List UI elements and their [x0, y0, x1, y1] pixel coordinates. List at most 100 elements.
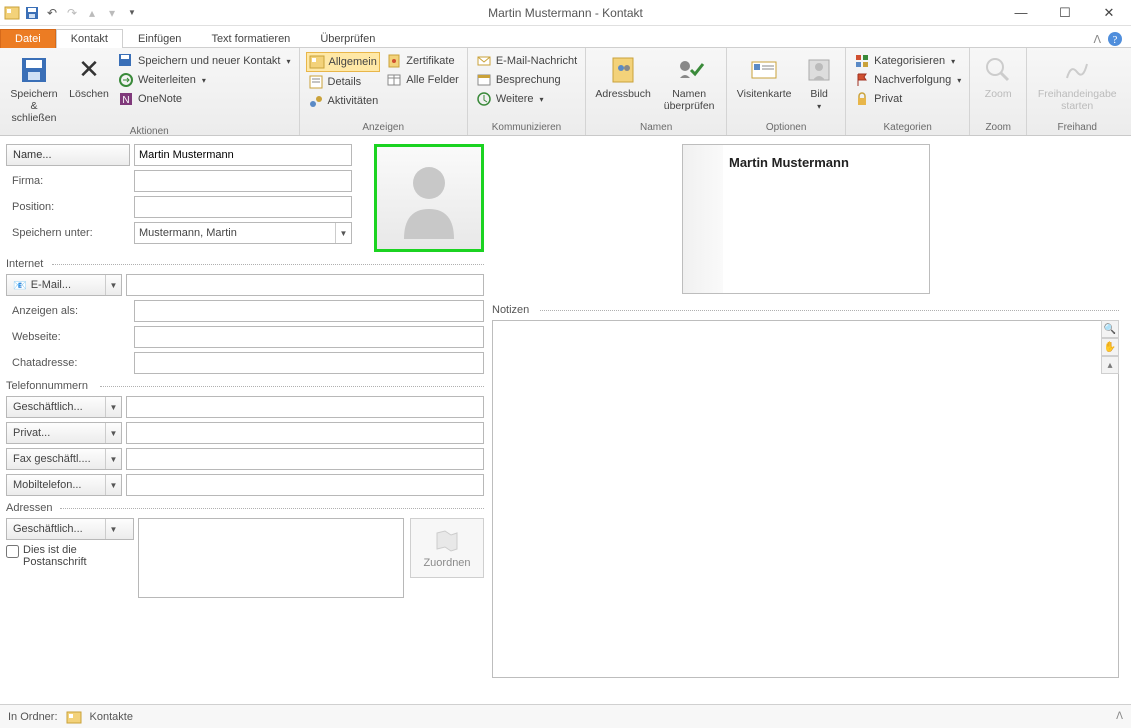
- ribbon-group-aktionen: Speichern & schließen ✕ Löschen Speicher…: [0, 48, 300, 135]
- save-icon[interactable]: [24, 5, 40, 21]
- zoom-button[interactable]: Zoom: [976, 52, 1020, 102]
- ribbon-group-optionen: Visitenkarte Bild▾ Optionen: [727, 48, 846, 135]
- besprechung-button[interactable]: Besprechung: [474, 71, 579, 89]
- all-fields-icon: [386, 72, 402, 88]
- firma-input[interactable]: [134, 170, 352, 192]
- close-button[interactable]: ✕: [1087, 0, 1131, 26]
- chevron-down-icon[interactable]: ▼: [105, 475, 121, 495]
- certificates-icon: [386, 53, 402, 69]
- namen-pruefen-button[interactable]: Namen überprüfen: [658, 52, 720, 114]
- anzeigen-als-input[interactable]: [134, 300, 484, 322]
- tel2-input[interactable]: [126, 422, 484, 444]
- chevron-down-icon[interactable]: ▼: [335, 223, 351, 243]
- minimize-button[interactable]: ―: [999, 0, 1043, 26]
- chat-label: Chatadresse:: [6, 357, 130, 369]
- chevron-down-icon[interactable]: ▼: [105, 397, 121, 417]
- hand-tool-icon[interactable]: ✋: [1101, 338, 1119, 356]
- window-title: Martin Mustermann - Kontakt: [488, 6, 643, 20]
- check-names-icon: [673, 54, 705, 86]
- next-icon[interactable]: ▾: [104, 5, 120, 21]
- privat-button[interactable]: Privat: [852, 90, 963, 108]
- right-pane: Martin Mustermann Notizen 🔍 ✋ ▴: [490, 136, 1131, 704]
- tel1-button[interactable]: Geschäftlich...▼: [6, 396, 122, 418]
- zuordnen-button[interactable]: Zuordnen: [410, 518, 484, 578]
- email-split-button[interactable]: 📧E-Mail... ▼: [6, 274, 122, 296]
- postanschrift-checkbox[interactable]: [6, 545, 19, 558]
- save-close-icon: [18, 54, 50, 86]
- chevron-down-icon[interactable]: ▼: [105, 519, 121, 539]
- chat-input[interactable]: [134, 352, 484, 374]
- more-icon: [476, 91, 492, 107]
- tel2-button[interactable]: Privat...▼: [6, 422, 122, 444]
- minimize-ribbon-icon[interactable]: ᐱ: [1093, 33, 1101, 46]
- picture-icon: [803, 54, 835, 86]
- business-card[interactable]: Martin Mustermann: [682, 144, 930, 294]
- firma-label: Firma:: [6, 175, 130, 187]
- zoom-tool-icon[interactable]: 🔍: [1101, 320, 1119, 338]
- tel1-input[interactable]: [126, 396, 484, 418]
- map-icon: [433, 527, 461, 555]
- help-icon[interactable]: ?: [1107, 31, 1123, 47]
- internet-header: Internet: [6, 258, 484, 270]
- chevron-down-icon[interactable]: ▼: [105, 423, 121, 443]
- prev-icon[interactable]: ▴: [84, 5, 100, 21]
- undo-icon[interactable]: ↶: [44, 5, 60, 21]
- weitere-button[interactable]: Weitere▾: [474, 90, 579, 108]
- name-input[interactable]: [134, 144, 352, 166]
- email-icon: [476, 53, 492, 69]
- speichern-unter-combo[interactable]: Mustermann, Martin ▼: [134, 222, 352, 244]
- anzeigen-als-label: Anzeigen als:: [6, 305, 130, 317]
- onenote-button[interactable]: NOneNote: [116, 90, 293, 108]
- adr-button[interactable]: Geschäftlich...▼: [6, 518, 134, 540]
- contact-photo[interactable]: [374, 144, 484, 252]
- forward-icon: [118, 72, 134, 88]
- qat-dropdown-icon[interactable]: ▼: [124, 5, 140, 21]
- alle-felder-button[interactable]: Alle Felder: [384, 71, 461, 89]
- redo-icon[interactable]: ↷: [64, 5, 80, 21]
- tab-kontakt[interactable]: Kontakt: [56, 29, 123, 48]
- weiterleiten-button[interactable]: Weiterleiten▾: [116, 71, 293, 89]
- tab-textformatieren[interactable]: Text formatieren: [196, 29, 305, 48]
- name-button[interactable]: Name...: [6, 144, 130, 166]
- loeschen-button[interactable]: ✕ Löschen: [66, 52, 112, 102]
- chevron-down-icon[interactable]: ▼: [105, 449, 121, 469]
- save-new-icon: [118, 53, 134, 69]
- notes-textarea[interactable]: 🔍 ✋ ▴: [492, 320, 1119, 678]
- position-input[interactable]: [134, 196, 352, 218]
- folder-name[interactable]: Kontakte: [90, 711, 133, 723]
- details-button[interactable]: Details: [306, 73, 381, 91]
- bild-button[interactable]: Bild▾: [799, 52, 839, 113]
- notes-tools: 🔍 ✋ ▴: [1101, 320, 1119, 374]
- visitenkarte-button[interactable]: Visitenkarte: [733, 52, 795, 102]
- tab-ueberpruefen[interactable]: Überprüfen: [305, 29, 390, 48]
- adresse-textarea[interactable]: [138, 518, 404, 598]
- kategorisieren-button[interactable]: Kategorisieren▾: [852, 52, 963, 70]
- tel3-button[interactable]: Fax geschäftl....▼: [6, 448, 122, 470]
- expand-icon[interactable]: ᐱ: [1116, 711, 1123, 722]
- speichern-schliessen-button[interactable]: Speichern & schließen: [6, 52, 62, 126]
- adressen-header: Adressen: [6, 502, 484, 514]
- tab-datei[interactable]: Datei: [0, 29, 56, 48]
- nachverfolgung-button[interactable]: Nachverfolgung▾: [852, 71, 963, 89]
- allgemein-button[interactable]: Allgemein: [306, 52, 381, 72]
- freihand-button[interactable]: Freihandeingabe starten: [1033, 52, 1121, 114]
- chevron-down-icon[interactable]: ▼: [105, 275, 121, 295]
- tel4-input[interactable]: [126, 474, 484, 496]
- webseite-input[interactable]: [134, 326, 484, 348]
- tel4-button[interactable]: Mobiltelefon...▼: [6, 474, 122, 496]
- scroll-up-icon[interactable]: ▴: [1101, 356, 1119, 374]
- speichern-neuer-button[interactable]: Speichern und neuer Kontakt▾: [116, 52, 293, 70]
- meeting-icon: [476, 72, 492, 88]
- maximize-button[interactable]: ☐: [1043, 0, 1087, 26]
- tab-einfuegen[interactable]: Einfügen: [123, 29, 196, 48]
- postanschrift-label: Dies ist die Postanschrift: [23, 544, 123, 568]
- zertifikate-button[interactable]: Zertifikate: [384, 52, 461, 70]
- email-input[interactable]: [126, 274, 484, 296]
- email-nachricht-button[interactable]: E-Mail-Nachricht: [474, 52, 579, 70]
- adressbuch-button[interactable]: Adressbuch: [592, 52, 654, 102]
- categorize-icon: [854, 53, 870, 69]
- telefon-header: Telefonnummern: [6, 380, 484, 392]
- onenote-icon: N: [118, 91, 134, 107]
- aktivitaeten-button[interactable]: Aktivitäten: [306, 92, 381, 110]
- tel3-input[interactable]: [126, 448, 484, 470]
